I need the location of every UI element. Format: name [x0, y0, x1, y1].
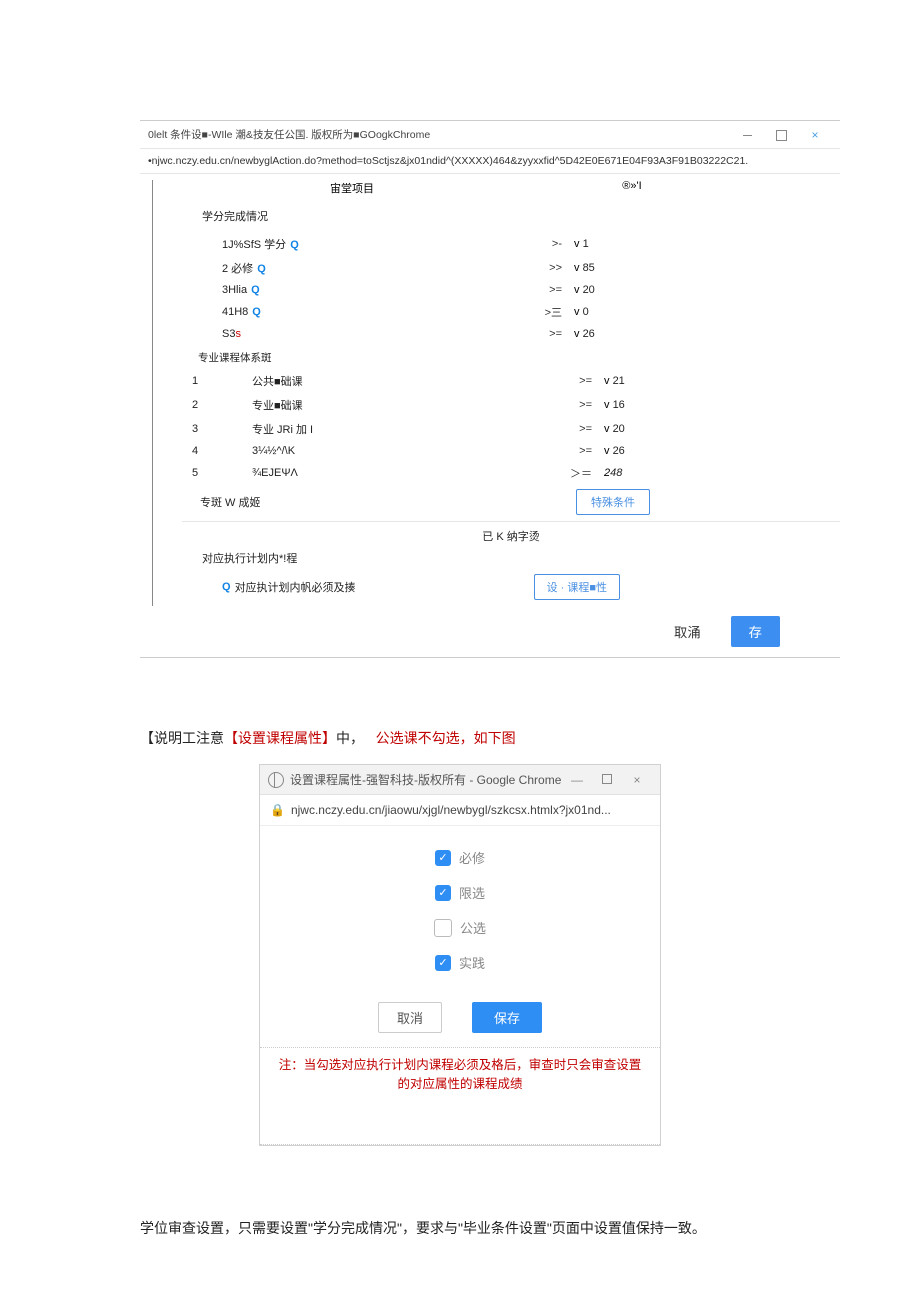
course-row: 3 专业 JRi 加 I >= v 20 [182, 417, 840, 441]
checkbox-icon[interactable] [435, 885, 451, 901]
paid-status: 已 K 纳字烫 [182, 522, 840, 546]
main-window: 0lelt 条件设■-WIle 潮&技友任公国. 版权所为■GOogkChrom… [140, 120, 840, 658]
info-icon[interactable]: Q [252, 306, 261, 318]
footer-label: 专斑 W 成姬 [200, 494, 261, 510]
course-row: 1 公共■础课 >= v 21 [182, 369, 840, 393]
final-paragraph: 学位审查设置，只需要设置"学分完成情况"，要求与"毕业条件设置"页面中设置值保持… [140, 1216, 860, 1241]
checkbox-icon[interactable] [434, 919, 452, 937]
instruction-text: 【说明工注意【设置课程属性】中， 公选课不勾选，如下图 [140, 728, 920, 748]
credit-row: 3HliaQ >= v 20 [182, 280, 840, 300]
course-row: 5 ¾EJEΨΛ ＞＝ 248 [182, 461, 840, 485]
option-limited[interactable]: 限选 [260, 875, 660, 910]
credit-row: 2 必修Q >> v 85 [182, 256, 840, 280]
action-bar: 取涌 存 [140, 606, 840, 657]
section-major-system: 专业课程体系斑 [182, 344, 840, 369]
save-button[interactable]: 存 [731, 616, 780, 647]
dialog-window: 设置课程属性-强智科技-版权所有 - Google Chrome — × 🔒 n… [259, 764, 661, 1146]
options-group: 必修 限选 公选 实践 [260, 826, 660, 988]
dialog-title: 设置课程属性-强智科技-版权所有 - Google Chrome [290, 771, 561, 788]
special-condition-button[interactable]: 特殊条件 [576, 489, 650, 515]
warning-note: 注：当勾选对应执行计划内课程必须及格后，审查时只会审查设置的对应属性的课程成绩 [274, 1056, 646, 1094]
option-required[interactable]: 必修 [260, 840, 660, 875]
credit-row: 41H8Q >三 v 0 [182, 300, 840, 324]
info-icon[interactable]: Q [251, 284, 260, 296]
credit-row: 1J%SfS 学分Q >- v 1 [182, 232, 840, 256]
section-credit-status: 学分完成情况 [182, 206, 840, 232]
lock-icon: 🔒 [270, 803, 285, 817]
cancel-button[interactable]: 取涌 [660, 616, 715, 647]
close-icon[interactable]: × [622, 773, 652, 787]
info-icon[interactable]: Q [257, 263, 266, 275]
dialog-cancel-button[interactable]: 取消 [378, 1002, 442, 1033]
address-bar: •njwc.nczy.edu.cn/newbyglAction.do?metho… [140, 149, 840, 174]
checkbox-icon[interactable] [435, 955, 451, 971]
option-public-elective[interactable]: 公选 [260, 910, 660, 945]
maximize-icon[interactable] [592, 773, 622, 787]
close-icon[interactable]: × [798, 128, 832, 142]
window-titlebar: 0lelt 条件设■-WIle 潮&技友任公国. 版权所为■GOogkChrom… [140, 121, 840, 149]
window-title: 0lelt 条件设■-WIle 潮&技友任公国. 版权所为■GOogkChrom… [148, 127, 430, 142]
header-item: 宙堂项目 [182, 180, 522, 196]
checkbox-icon[interactable] [435, 850, 451, 866]
column-headers: 宙堂项目 ®»'I [182, 174, 840, 206]
course-row: 2 专业■础课 >= v 16 [182, 393, 840, 417]
checkbox-icon[interactable]: Q [222, 581, 231, 593]
maximize-icon[interactable] [764, 128, 798, 142]
set-course-attr-button[interactable]: 设 · 课程■性 [534, 574, 620, 600]
minimize-icon[interactable] [730, 128, 764, 142]
credit-row: S3s >= v 26 [182, 324, 840, 344]
option-practice[interactable]: 实践 [260, 945, 660, 980]
plan-check-label: 对应执计划内帆必须及揍 [235, 579, 356, 595]
plan-label: 对应执行计划内*!程 [182, 546, 840, 570]
dialog-save-button[interactable]: 保存 [472, 1002, 542, 1033]
header-value: ®»'I [522, 180, 742, 196]
info-icon[interactable]: Q [290, 239, 299, 251]
globe-icon [268, 772, 284, 788]
minimize-icon[interactable]: — [562, 773, 592, 787]
dialog-titlebar: 设置课程属性-强智科技-版权所有 - Google Chrome — × [260, 765, 660, 795]
course-row: 4 3¼½^/\K >= v 26 [182, 441, 840, 461]
dialog-address-bar: 🔒 njwc.nczy.edu.cn/jiaowu/xjgl/newbygl/s… [260, 795, 660, 826]
